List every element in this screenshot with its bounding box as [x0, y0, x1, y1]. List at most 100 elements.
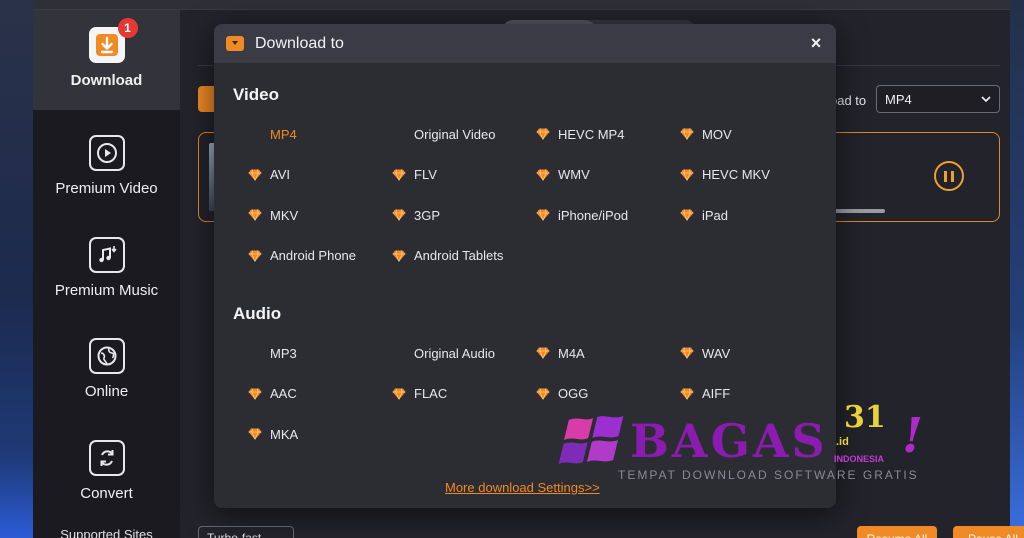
play-icon [88, 135, 125, 171]
format-option-avi[interactable]: AVI [248, 166, 290, 184]
premium-diamond-icon [536, 209, 550, 221]
format-option-label: Original Video [414, 126, 496, 142]
premium-diamond-icon [536, 387, 550, 400]
format-option-original-audio[interactable]: Original Audio [392, 344, 495, 362]
premium-diamond-icon [680, 168, 694, 181]
format-option-3gp[interactable]: 3GP [392, 206, 440, 224]
premium-diamond-icon [248, 249, 262, 262]
dialog-title: Download to [255, 34, 344, 52]
format-option-label: Android Phone [270, 248, 357, 263]
pause-all-button[interactable]: Pause All [953, 526, 1024, 538]
format-option-label: M4A [558, 345, 585, 361]
sidebar-item-premium-music[interactable]: Premium Music [33, 220, 180, 320]
sidebar-item-convert[interactable]: Convert [33, 423, 180, 523]
app-logo-icon [226, 36, 244, 51]
globe-icon [88, 338, 125, 374]
sidebar: 1 Download Premium Video Premium Music O… [33, 10, 180, 538]
format-option-android-phone[interactable]: Android Phone [248, 247, 356, 265]
format-option-label: MP4 [270, 126, 297, 142]
premium-diamond-icon [680, 209, 694, 221]
music-note-icon [88, 237, 125, 273]
format-option-label: MP3 [270, 345, 297, 361]
sidebar-item-label: Download [70, 72, 143, 89]
format-option-label: Original Audio [414, 345, 495, 361]
premium-diamond-icon [392, 249, 406, 262]
chevron-down-icon [981, 96, 991, 102]
format-option-flac[interactable]: FLAC [392, 385, 447, 403]
format-option-iphone-ipod[interactable]: iPhone/iPod [536, 206, 628, 224]
format-option-label: AAC [270, 386, 297, 401]
format-option-label: AIFF [702, 386, 731, 401]
speed-select[interactable]: Turbo-fast [198, 526, 294, 538]
premium-diamond-icon [392, 387, 406, 400]
format-option-android-tablets[interactable]: Android Tablets [392, 247, 503, 265]
format-option-mkv[interactable]: MKV [248, 206, 298, 224]
format-option-aac[interactable]: AAC [248, 385, 297, 403]
download-to-dialog: Download to × Video MP4 Original Video HEV… [214, 24, 836, 508]
format-option-aiff[interactable]: AIFF [680, 385, 730, 403]
format-option-wav[interactable]: WAV [680, 344, 730, 362]
desktop-background-left [0, 0, 33, 538]
video-section-title: Video [233, 85, 279, 104]
desktop-background-right [1010, 0, 1024, 538]
notification-badge: 1 [117, 18, 138, 38]
premium-diamond-icon [248, 387, 262, 400]
sidebar-item-online[interactable]: Online [33, 321, 180, 421]
format-option-label: WAV [702, 345, 731, 361]
format-option-label: MOV [702, 126, 732, 142]
premium-diamond-icon [680, 387, 694, 400]
format-option-mp3[interactable]: MP3 [248, 344, 297, 362]
format-option-wmv[interactable]: WMV [536, 166, 590, 184]
format-option-label: Android Tablets [414, 248, 504, 263]
format-option-label: iPhone/iPod [558, 207, 629, 223]
premium-diamond-icon [248, 428, 262, 440]
format-option-label: iPad [702, 207, 729, 223]
format-option-label: AVI [270, 167, 290, 182]
more-download-settings-link[interactable]: More download Settings>> [445, 480, 600, 495]
format-option-label: OGG [558, 386, 589, 401]
premium-diamond-icon [392, 168, 406, 181]
sidebar-item-label: Convert [80, 485, 133, 502]
format-select[interactable]: MP4 [876, 85, 1000, 113]
format-select-value: MP4 [885, 91, 912, 107]
format-option-hevc-mkv[interactable]: HEVC MKV [680, 166, 770, 184]
format-option-label: HEVC MKV [702, 167, 770, 182]
premium-diamond-icon [392, 209, 406, 221]
premium-diamond-icon [680, 128, 694, 140]
dialog-header: Download to × [214, 24, 836, 63]
format-option-label: WMV [558, 167, 590, 182]
premium-diamond-icon [536, 128, 550, 140]
format-option-hevc-mp4[interactable]: HEVC MP4 [536, 125, 624, 143]
format-option-label: HEVC MP4 [558, 126, 625, 142]
audio-section-title: Audio [233, 304, 282, 323]
sidebar-item-supported-sites[interactable]: Supported Sites [33, 527, 180, 538]
format-option-label: 3GP [414, 207, 441, 223]
format-option-label: MKV [270, 207, 299, 223]
format-option-mov[interactable]: MOV [680, 125, 732, 143]
title-bar [33, 0, 1010, 10]
pause-button[interactable] [934, 161, 964, 191]
premium-diamond-icon [536, 168, 550, 181]
close-icon[interactable]: × [806, 33, 826, 53]
format-option-mp4[interactable]: MP4 [248, 125, 297, 143]
resume-all-button[interactable]: Resume All [857, 526, 937, 538]
premium-diamond-icon [680, 347, 694, 359]
format-option-flv[interactable]: FLV [392, 166, 437, 184]
progress-bar [829, 209, 885, 213]
premium-diamond-icon [248, 168, 262, 181]
convert-icon [88, 440, 125, 476]
format-option-original-video[interactable]: Original Video [392, 125, 495, 143]
format-option-label: FLV [414, 167, 437, 182]
format-option-mka[interactable]: MKA [248, 425, 298, 443]
format-option-ipad[interactable]: iPad [680, 206, 728, 224]
sidebar-item-label: Premium Music [54, 282, 159, 299]
format-option-ogg[interactable]: OGG [536, 385, 588, 403]
format-option-m4a[interactable]: M4A [536, 344, 585, 362]
sidebar-item-premium-video[interactable]: Premium Video [33, 118, 180, 218]
sidebar-item-download[interactable]: 1 Download [33, 10, 180, 110]
format-option-label: MKA [270, 426, 299, 442]
